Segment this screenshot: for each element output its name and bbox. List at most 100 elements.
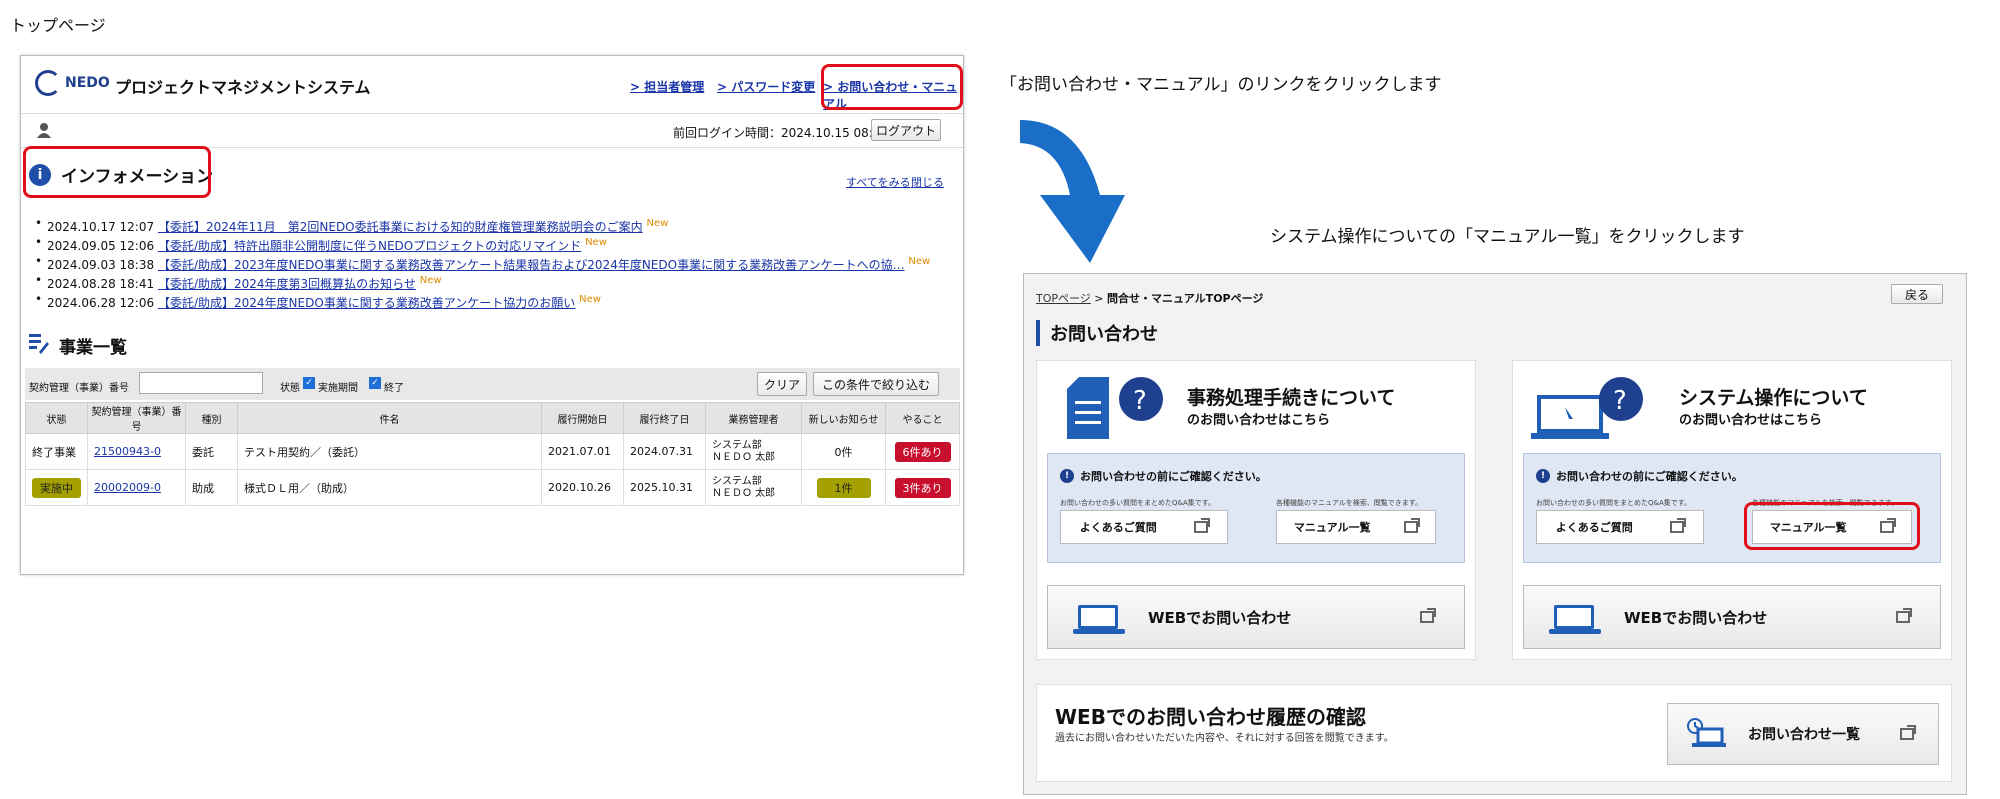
web-contact-label: WEBでお問い合わせ [1148, 608, 1292, 627]
contract-no-input[interactable] [139, 372, 263, 394]
filter-bar: 契約管理（事業）番号 状態 ✓ 実施期間 ✓ 終了 クリア この条件で絞り込む [25, 368, 960, 400]
row-manager-name: ＮＥＤＯ 太郎 [712, 451, 776, 463]
logo-icon [35, 70, 61, 96]
row-start: 2021.07.01 [541, 433, 624, 470]
col-status: 状態 [25, 402, 88, 434]
news-item: 2024.09.05 12:06 【委託/助成】特許出願非公開制度に伴うNEDO… [33, 235, 930, 254]
staff-management-link[interactable]: > 担当者管理 [630, 78, 704, 95]
manual-label: マニュアル一覧 [1293, 521, 1371, 534]
faq-button[interactable]: よくあるご質問 [1536, 510, 1704, 544]
list-edit-icon [27, 332, 49, 358]
history-section: WEBでのお問い合わせ履歴の確認 過去にお問い合わせいただいた内容や、それに対す… [1036, 684, 1952, 782]
news-item: 2024.09.03 18:38 【委託/助成】2023年度NEDO事業に関する… [33, 254, 930, 273]
external-link-icon [1194, 518, 1211, 533]
news-date: 2024.06.28 12:06 [47, 296, 155, 310]
filter-button[interactable]: この条件で絞り込む [813, 372, 939, 396]
card-procedures-subtitle: のお問い合わせはこちら [1187, 413, 1331, 428]
manual-list-button[interactable]: マニュアル一覧 [1276, 510, 1436, 544]
system-title: プロジェクトマネジメントシステム [115, 78, 371, 97]
todo-badge[interactable]: 6件あり [894, 441, 951, 462]
document-question-icon: ? [1067, 377, 1163, 439]
down-arrow-icon [1020, 120, 1125, 263]
row-end: 2024.07.31 [623, 433, 706, 470]
logout-button[interactable]: ログアウト [871, 119, 941, 141]
new-badge: New [646, 218, 669, 229]
clear-button[interactable]: クリア [757, 372, 807, 396]
svg-text:?: ? [1613, 386, 1627, 416]
card-system: ? システム操作について のお問い合わせはこちら ! お問い合わせの前にご確認くだ… [1512, 360, 1952, 660]
notice-text: お問い合わせの前にご確認ください。 [1080, 470, 1267, 483]
news-item: 2024.08.28 18:41 【委託/助成】2024年度第3回概算払のお知ら… [33, 273, 930, 292]
news-link[interactable]: 【委託/助成】特許出願非公開制度に伴うNEDOプロジェクトの対応リマインド [158, 239, 581, 253]
nedo-logo: NEDO [35, 70, 110, 96]
manual-description: 各種機能のマニュアルを検索、閲覧できます。 [1276, 499, 1423, 507]
news-link[interactable]: 【委託/助成】2024年度NEDO事業に関する業務改善アンケート協力のお願い [158, 296, 575, 310]
last-login: 前回ログイン時間：2024.10.15 08:17 [673, 126, 889, 140]
news-date: 2024.08.28 18:41 [47, 277, 155, 291]
monitor-clock-icon [1686, 717, 1726, 751]
card-system-title: システム操作について [1679, 387, 1868, 409]
see-all-link[interactable]: すべてをみる [846, 174, 911, 190]
notice-box: ! お問い合わせの前にご確認ください。 お問い合わせの多い質問をまとめたQ&A集で… [1047, 453, 1465, 563]
web-contact-label: WEBでお問い合わせ [1624, 608, 1768, 627]
todo-badge[interactable]: 3件あり [894, 477, 951, 498]
history-title: WEBでのお問い合わせ履歴の確認 [1055, 705, 1366, 729]
filter-label: 契約管理（事業）番号 [29, 383, 129, 394]
web-contact-button[interactable]: WEBでお問い合わせ [1523, 585, 1941, 649]
faq-label: よくあるご質問 [1555, 521, 1633, 534]
checkbox-active[interactable]: ✓ [303, 377, 315, 389]
caption-step1: 「お問い合わせ・マニュアル」のリンクをクリックします [1000, 75, 1442, 95]
contact-manual-screen: TOPページ > 問合せ・マニュアルTOPページ 戻る お問い合わせ ? 事務処… [1023, 273, 1967, 795]
col-kind: 種別 [185, 402, 238, 434]
laptop-question-icon: ? [1531, 377, 1643, 439]
col-title: 件名 [237, 402, 542, 434]
biz-table: 状態 契約管理（事業）番号 種別 件名 履行開始日 履行終了日 業務管理者 新し… [25, 402, 960, 506]
highlight-info [23, 146, 211, 198]
exclamation-icon: ! [1060, 469, 1074, 483]
faq-button[interactable]: よくあるご質問 [1060, 510, 1228, 544]
status-badge: 実施中 [32, 477, 81, 498]
row-title: 様式ＤＬ用／（助成） [237, 469, 542, 506]
close-info-link[interactable]: 閉じる [911, 174, 944, 190]
new-badge: New [579, 294, 601, 305]
back-button[interactable]: 戻る [1891, 284, 1943, 304]
history-list-button[interactable]: お問い合わせ一覧 [1667, 703, 1939, 765]
external-link-icon [1420, 608, 1436, 623]
row-title: テスト用契約／（委託） [237, 433, 542, 470]
breadcrumb-top-link[interactable]: TOPページ [1036, 292, 1091, 305]
password-change-link[interactable]: > パスワード変更 [717, 78, 815, 95]
col-todo: やること [885, 402, 960, 434]
faq-label: よくあるご質問 [1079, 521, 1157, 534]
row-kind: 助成 [185, 469, 238, 506]
notice-text: お問い合わせの前にご確認ください。 [1556, 470, 1743, 483]
monitor-icon [1073, 605, 1125, 634]
highlight-manual-list [1744, 502, 1920, 550]
news-link[interactable]: 【委託/助成】2024年度第3回概算払のお知らせ [158, 277, 416, 291]
row-manager-dept: システム部 [712, 439, 762, 451]
highlight-contact-link [821, 64, 963, 110]
page-heading: お問い合わせ [1036, 320, 1158, 346]
news-date: 2024.09.03 18:38 [47, 258, 155, 272]
checkbox-ended[interactable]: ✓ [369, 377, 381, 389]
notice-row: ! お問い合わせの前にご確認ください。 [1536, 468, 1743, 484]
user-bar: 前回ログイン時間：2024.10.15 08:17 ログアウト [21, 114, 963, 148]
col-start: 履行開始日 [541, 402, 624, 434]
news-count-badge[interactable]: 1件 [816, 477, 871, 498]
external-link-icon [1896, 608, 1912, 623]
logo-text: NEDO [65, 75, 110, 91]
contract-link[interactable]: 21500943-0 [94, 445, 161, 458]
news-link[interactable]: 【委託】2024年11月 第2回NEDO委託事業における知的財産権管理業務説明会… [158, 220, 643, 234]
external-link-icon [1900, 725, 1916, 740]
web-contact-button[interactable]: WEBでお問い合わせ [1047, 585, 1465, 649]
news-item: 2024.06.28 12:06 【委託/助成】2024年度NEDO事業に関する… [33, 292, 930, 311]
new-badge: New [419, 275, 442, 286]
contract-link[interactable]: 20002009-0 [94, 481, 161, 494]
svg-text:?: ? [1133, 386, 1147, 416]
notice-box: ! お問い合わせの前にご確認ください。 お問い合わせの多い質問をまとめたQ&A集で… [1523, 453, 1941, 563]
card-procedures-title: 事務処理手続きについて [1187, 387, 1396, 409]
row-status: 終了事業 [25, 433, 88, 470]
news-link[interactable]: 【委託/助成】2023年度NEDO事業に関する業務改善アンケート結果報告および2… [158, 258, 905, 272]
row-end: 2025.10.31 [623, 469, 706, 506]
user-icon [37, 122, 51, 138]
table-row: 実施中 20002009-0 助成 様式ＤＬ用／（助成） 2020.10.26 … [25, 469, 960, 506]
